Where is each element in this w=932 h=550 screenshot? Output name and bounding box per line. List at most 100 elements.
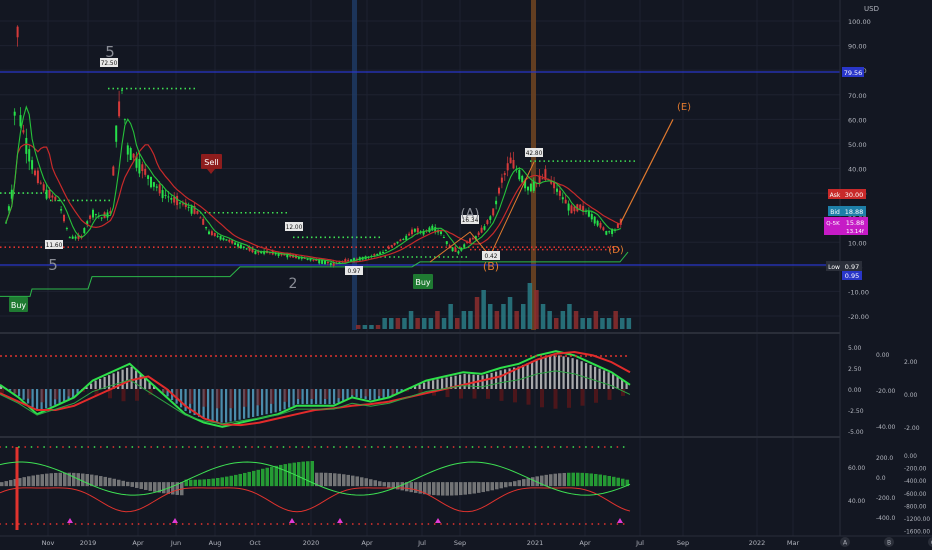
count-marker [370,446,373,448]
count-marker [490,446,493,448]
candle-body [51,195,54,198]
candle-body [141,164,144,172]
osc2-hist-bar [211,478,215,487]
time-tick: Apr [361,539,373,547]
osc2-mid-tick: 0.0 [876,475,886,482]
osc2-hist-bar [9,480,13,487]
osc1-hist-bar [279,389,282,412]
count-marker [585,446,587,448]
buy-signal-2[interactable]: Buy [413,274,433,289]
count-marker [55,523,58,525]
osc1-right-tick: -2.00 [904,425,920,432]
osc2-hist-bar [607,475,611,487]
count-marker [547,523,549,525]
trading-chart[interactable]: 72.5011.6012.000.9716.340.4242.80 552(A)… [0,0,932,550]
count-marker [118,446,121,448]
osc1-hist-bar [306,389,309,405]
osc2-hist-bar [571,472,575,487]
count-marker [591,446,594,448]
wave-label: 5 [105,43,115,61]
count-marker [62,446,64,448]
osc1-hist-dark [243,389,247,407]
candle-body [121,89,123,91]
svg-text:79.56: 79.56 [844,69,863,77]
osc2-hist-bar [436,482,440,496]
osc1-hist-bar [261,389,264,416]
volume-bar [408,311,414,329]
count-marker [11,523,14,525]
count-marker [446,446,449,448]
candle-body [567,203,570,211]
osc2-hist-bar [238,473,242,487]
count-marker [263,523,266,525]
count-marker [440,523,442,525]
count-marker [616,446,619,448]
osc2-tick: 60.00 [848,465,865,472]
osc1-hist-dark [594,389,598,403]
osc1-hist-bar [504,369,507,389]
osc2-hist-bar [454,482,458,496]
candle-body [399,239,402,242]
osc1-hist-bar [355,389,358,398]
volume-bar [606,318,612,329]
price-tick: 50.00 [848,141,867,149]
count-marker [36,446,39,448]
count-marker [427,446,430,448]
count-marker [427,523,430,525]
count-marker [232,523,235,525]
candle-body [71,236,74,239]
count-marker [131,446,134,448]
osc2-hist-bar [198,479,202,487]
osc1-hist-bar [252,389,255,417]
osc1-hist-dark [567,389,571,408]
osc1-hist-bar [522,365,525,389]
volume-bar [435,311,440,329]
osc2-hist-bar [567,472,571,487]
osc1-hist-bar [126,367,129,389]
blue-highlight-band [352,0,357,330]
time-tick: Oct [249,539,261,547]
count-marker [370,523,373,525]
price-tick: 40.00 [848,166,867,174]
osc2-hist-bar [531,477,535,487]
candle-body [65,228,68,230]
count-marker [99,446,102,448]
count-marker [200,523,203,525]
candle-body [16,26,19,38]
count-marker [351,446,354,448]
candle-body [573,206,576,212]
osc1-hist-dark [391,389,396,395]
price-tag: 12.00 [286,225,303,231]
count-marker [118,523,121,525]
candle-body [176,195,179,206]
candle-body [199,217,202,219]
count-marker [522,446,524,448]
candle-body [454,247,457,252]
osc1-tick: -5.00 [848,429,864,436]
count-marker [496,523,499,525]
count-marker [452,523,455,525]
chart-background [0,0,932,550]
count-marker [503,523,505,525]
candle-body [170,197,173,200]
candle-body [28,149,31,162]
candle-body [126,145,129,155]
volume-bar [481,290,486,329]
candle-body [202,218,205,225]
count-marker [49,446,52,448]
osc1-hist-dark [472,389,477,399]
osc2-hist-bar [562,472,566,487]
candle-body [42,184,45,191]
candle-body [115,125,118,142]
buy-signal-1[interactable]: Buy [9,297,28,312]
osc1-hist-dark [189,389,193,404]
candle-body [187,206,190,208]
price-tag: 42.80 [526,151,543,157]
osc1-hist-bar [553,355,556,389]
count-marker [414,523,417,525]
count-marker [396,523,398,525]
count-marker [263,446,266,448]
price-tick: 60.00 [848,116,867,124]
osc2-hist-bar [162,482,166,494]
candle-body [231,240,234,244]
